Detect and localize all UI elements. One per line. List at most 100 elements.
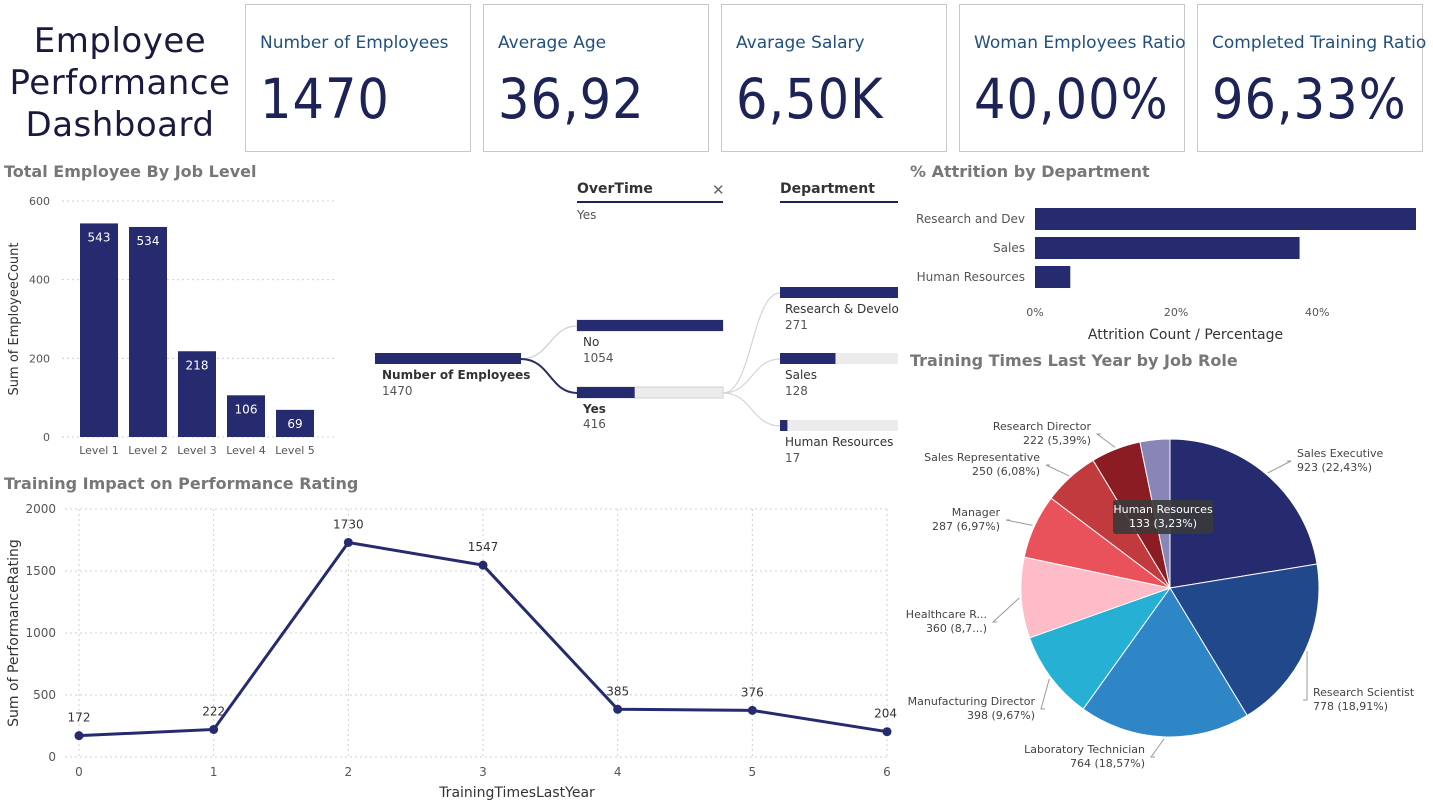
- bar-data-label: 69: [287, 417, 302, 431]
- data-point: [747, 705, 757, 715]
- tree-connector: [722, 392, 781, 427]
- close-icon[interactable]: ✕: [712, 181, 725, 199]
- pie-slice-name: Research Scientist: [1313, 686, 1415, 699]
- attrition-bar-chart[interactable]: Research and Dev Sales Human Resources 0% 20…: [905, 198, 1430, 346]
- pie-slice-value: 778 (18,91%): [1313, 700, 1388, 713]
- tooltip-value: 133 (3,23%): [1129, 517, 1197, 530]
- pie-leader-line: [1095, 433, 1116, 448]
- root-node-label: Number of Employees: [382, 368, 531, 382]
- x-axis-label: Attrition Count / Percentage: [1088, 327, 1283, 343]
- kpi-value: 1470: [260, 67, 390, 131]
- x-tick-label: 40%: [1305, 306, 1329, 319]
- pie-slice-name: Laboratory Technician: [1024, 743, 1145, 756]
- attrition-bar: [1035, 237, 1300, 259]
- department-node-bar: [780, 353, 836, 364]
- title-line-1: Employee: [33, 21, 207, 61]
- dashboard-title: Employee Performance Dashboard: [0, 20, 240, 146]
- job-role-pie-chart[interactable]: Sales Executive923 (22,43%) Research Scie…: [905, 380, 1433, 800]
- department-node-bar: [780, 420, 788, 431]
- overtime-no-value: 1054: [583, 351, 614, 365]
- data-label: 222: [202, 704, 225, 718]
- kpi-card-average-age[interactable]: Average Age 36,92: [483, 4, 709, 152]
- bar-data-label: 218: [186, 358, 209, 372]
- y-tick-label: 400: [29, 274, 50, 287]
- pie-leader-line: [1005, 519, 1033, 526]
- tooltip-name: Human Resources: [1113, 503, 1213, 516]
- tree-connector: [722, 292, 781, 394]
- kpi-value: 36,92: [498, 67, 645, 131]
- pie-slice-name: Healthcare R...: [906, 608, 987, 621]
- attrition-bar: [1035, 208, 1416, 230]
- data-point: [209, 724, 219, 734]
- bar-data-label: 106: [235, 402, 258, 416]
- attrition-chart-title: % Attrition by Department: [910, 162, 1150, 181]
- pie-leader-line: [1040, 678, 1050, 710]
- pie-slice-value: 222 (5,39%): [1023, 434, 1091, 447]
- pie-slice-value: 287 (6,97%): [932, 520, 1000, 533]
- root-node-bar: [375, 353, 521, 364]
- pie-slice-value: 250 (6,08%): [972, 465, 1040, 478]
- kpi-card-woman-ratio[interactable]: Woman Employees Ratio 40,00%: [959, 4, 1185, 152]
- kpi-card-salary[interactable]: Avarage Salary 6,50K: [721, 4, 947, 152]
- bar-data-label: 534: [137, 234, 160, 248]
- x-tick-label: Level 1: [79, 444, 119, 457]
- data-label: 204: [874, 707, 897, 721]
- x-tick-label: 2: [345, 765, 353, 779]
- kpi-label: Woman Employees Ratio: [974, 33, 1186, 53]
- dept-rd-label: Research & Develo: [785, 302, 899, 316]
- dept-hr-value: 17: [785, 451, 801, 465]
- y-tick-label: 500: [33, 688, 56, 702]
- department-header: Department: [780, 181, 875, 197]
- x-tick-label: 20%: [1164, 306, 1188, 319]
- data-point: [613, 704, 623, 714]
- kpi-value: 6,50K: [736, 67, 884, 131]
- y-tick-label: 1500: [25, 564, 56, 578]
- overtime-header: OverTime: [577, 181, 653, 197]
- title-line-3: Dashboard: [25, 105, 215, 145]
- root-node-value: 1470: [382, 384, 413, 398]
- kpi-card-training-ratio[interactable]: Completed Training Ratio 96,33%: [1197, 4, 1427, 152]
- pie-slice-name: Manufacturing Director: [908, 695, 1036, 708]
- x-tick-label: 6: [883, 765, 891, 779]
- y-tick-label: Sales: [993, 241, 1025, 255]
- pie-leader-line: [1267, 460, 1292, 474]
- y-tick-label: 0: [43, 431, 50, 444]
- pie-leader-line: [991, 597, 1020, 623]
- kpi-label: Avarage Salary: [736, 33, 865, 53]
- tree-connector: [520, 325, 578, 360]
- x-tick-label: 4: [614, 765, 622, 779]
- pie-slice-value: 360 (8,7...): [926, 622, 987, 635]
- bar-data-label: 543: [88, 230, 111, 244]
- data-point: [478, 560, 488, 570]
- kpi-label: Completed Training Ratio: [1212, 33, 1427, 53]
- overtime-node-bar: [577, 387, 635, 398]
- pie-slice-value: 764 (18,57%): [1070, 757, 1145, 770]
- data-label: 1730: [333, 517, 364, 531]
- training-line-chart[interactable]: 0 500 1000 1500 2000 0 1 2 3 4 5 6 172 222 1730 1547 385…: [0, 495, 905, 804]
- x-tick-label: Level 3: [177, 444, 217, 457]
- job-level-bar-chart[interactable]: 0 200 400 600 Sum of EmployeeCount 543 Level 1…: [0, 185, 345, 465]
- pie-slice-name: Sales Representative: [924, 451, 1040, 464]
- kpi-value: 96,33%: [1212, 67, 1407, 131]
- x-tick-label: 0: [75, 765, 83, 779]
- kpi-value: 40,00%: [974, 67, 1169, 131]
- data-point: [74, 731, 84, 741]
- x-axis-label: TrainingTimesLastYear: [438, 785, 595, 801]
- attrition-bar: [1035, 266, 1071, 288]
- kpi-card-employees[interactable]: Number of Employees 1470: [245, 4, 471, 152]
- bar-2: [129, 226, 167, 437]
- pie-slice-name: Manager: [952, 506, 1001, 519]
- pie-chart-title: Training Times Last Year by Job Role: [910, 351, 1238, 370]
- overtime-yes-value: 416: [583, 417, 606, 431]
- x-tick-label: 1: [210, 765, 218, 779]
- x-tick-label: Level 2: [128, 444, 168, 457]
- title-line-2: Performance: [9, 63, 231, 103]
- dept-sales-label: Sales: [785, 368, 817, 382]
- overtime-no-label: No: [583, 335, 600, 349]
- y-tick-label: 0: [48, 750, 56, 764]
- pie-slice-name: Sales Executive: [1297, 447, 1384, 460]
- kpi-label: Average Age: [498, 33, 607, 53]
- y-tick-label: Human Resources: [917, 270, 1025, 284]
- pie-slice-name: Research Director: [993, 420, 1092, 433]
- data-label: 172: [68, 711, 91, 725]
